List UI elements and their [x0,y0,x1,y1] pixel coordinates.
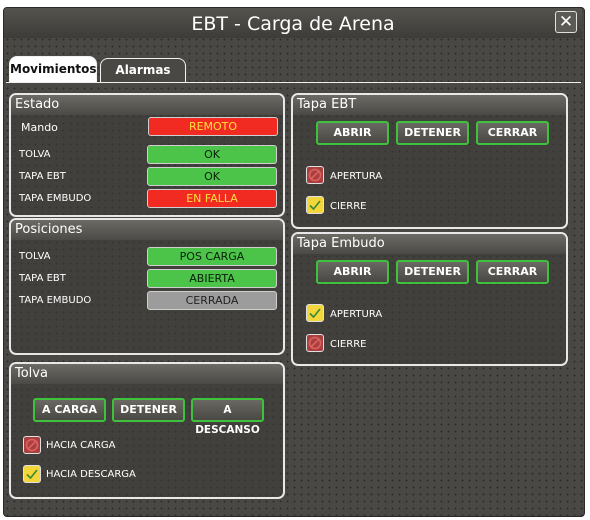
hacia-carga-label: HACIA CARGA [46,440,116,451]
posiciones-label-tapa-embudo: TAPA EMBUDO [19,295,92,306]
estado-value-mando: REMOTO [148,117,278,136]
tolva-detener-button[interactable]: DETENER [112,398,185,422]
check-icon [309,308,321,319]
posiciones-value-tolva: POS CARGA [147,247,277,266]
tapa-ebt-apertura-label: APERTURA [330,171,383,182]
tapa-embudo-header: Tapa Embudo [293,234,566,254]
check-icon [26,469,38,480]
posiciones-header: Posiciones [11,220,283,240]
hacia-descarga-label: HACIA DESCARGA [46,469,136,480]
tolva-header: Tolva [11,364,283,384]
tapa-embudo-cierre-label: CIERRE [330,339,367,350]
tapa-ebt-cierre-indicator [306,196,324,214]
estado-value-tapa-ebt: OK [147,167,277,186]
estado-label-tapa-embudo: TAPA EMBUDO [19,193,92,204]
posiciones-label-tolva: TOLVA [19,251,51,262]
no-entry-icon [25,438,39,452]
posiciones-value-tapa-embudo: CERRADA [147,291,277,310]
posiciones-label-tapa-ebt: TAPA EBT [19,273,66,284]
estado-label-tapa-ebt: TAPA EBT [19,171,66,182]
estado-label-mando: Mando [21,121,58,134]
a-descanso-button[interactable]: A DESCANSO [191,398,264,436]
tapa-ebt-abrir-button[interactable]: ABRIR [316,121,389,145]
no-entry-icon [308,168,322,182]
hacia-carga-indicator [23,436,41,454]
tapa-ebt-cierre-label: CIERRE [330,201,367,212]
tab-alarmas[interactable]: Alarmas [100,58,186,82]
tapa-embudo-cierre-indicator [306,334,324,352]
tapa-embudo-detener-button[interactable]: DETENER [396,260,469,284]
check-icon [309,200,321,211]
tapa-embudo-cerrar-button[interactable]: CERRAR [476,260,549,284]
hacia-descarga-indicator [23,465,41,483]
a-carga-button[interactable]: A CARGA [33,398,106,422]
window-title: EBT - Carga de Arena [191,13,395,35]
estado-label-tolva: TOLVA [19,149,51,160]
tab-divider [6,82,581,83]
posiciones-value-tapa-ebt: ABIERTA [147,269,277,288]
tapa-embudo-apertura-indicator [306,304,324,322]
tapa-embudo-apertura-label: APERTURA [330,309,383,320]
no-entry-icon [308,336,322,350]
tapa-ebt-detener-button[interactable]: DETENER [396,121,469,145]
tapa-ebt-apertura-indicator [306,166,324,184]
estado-header: Estado [11,95,283,115]
tapa-ebt-cerrar-button[interactable]: CERRAR [476,121,549,145]
close-button[interactable]: ✕ [555,11,577,33]
estado-value-tolva: OK [147,145,277,164]
tab-movimientos[interactable]: Movimientos [9,56,97,83]
tapa-ebt-header: Tapa EBT [293,95,566,115]
estado-value-tapa-embudo: EN FALLA [147,189,277,208]
tapa-embudo-abrir-button[interactable]: ABRIR [316,260,389,284]
